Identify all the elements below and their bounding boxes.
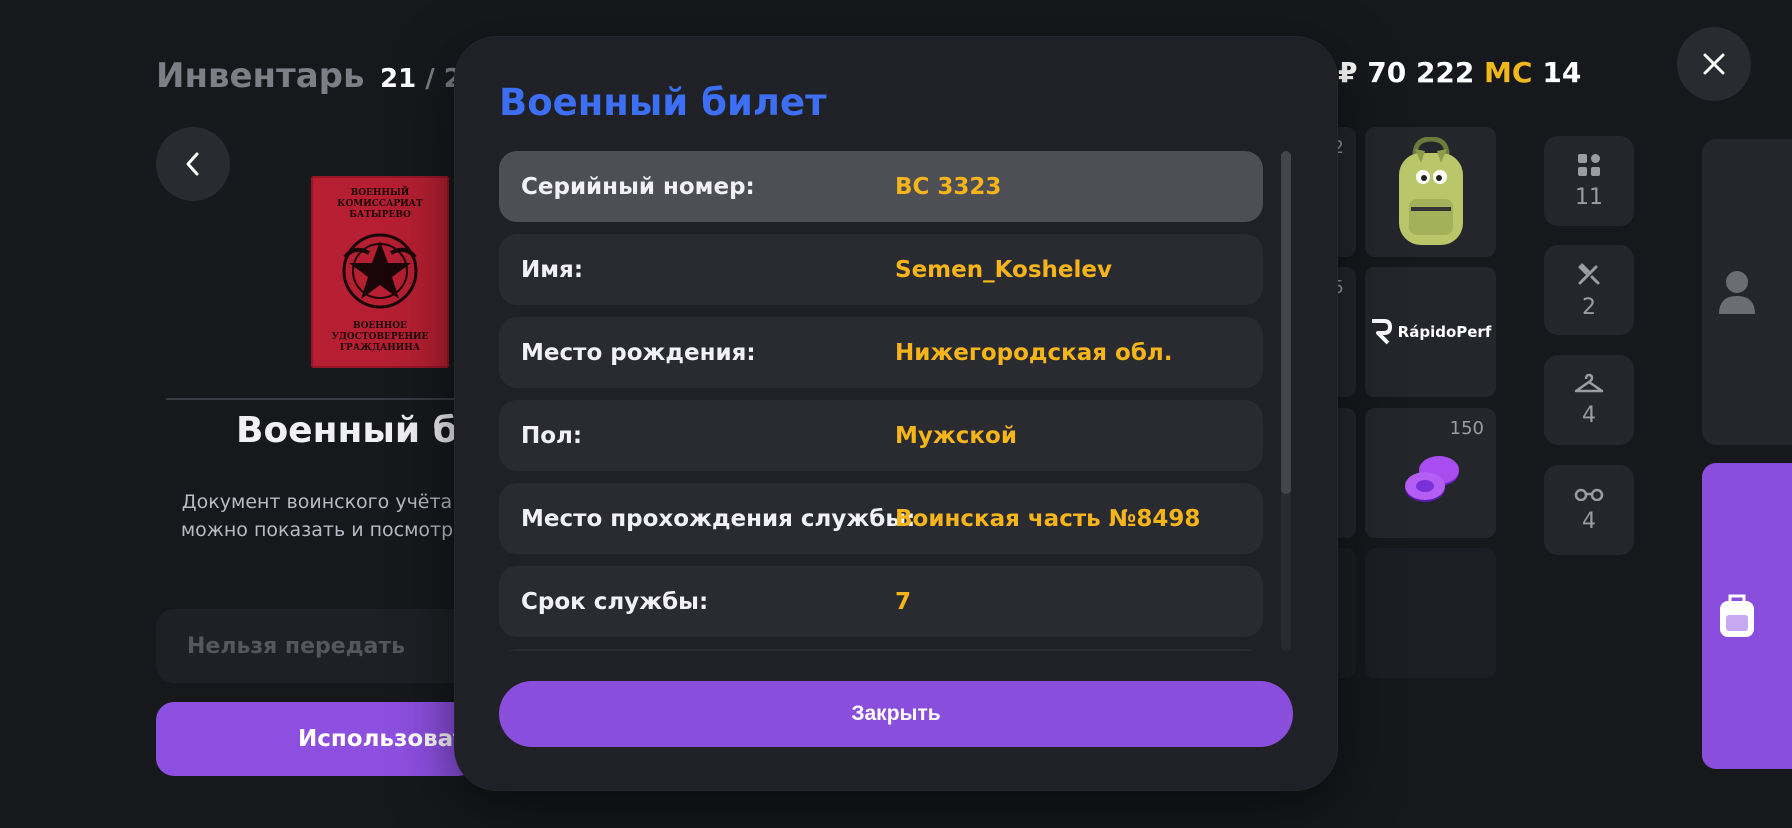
transfer-button-disabled: Нельзя передать xyxy=(156,609,476,683)
item-description: Документ воинского учёта можно показать … xyxy=(180,491,454,541)
detail-row-gender: Пол: Мужской xyxy=(499,400,1263,471)
close-icon xyxy=(1703,53,1725,75)
inventory-slot-rapidoperf[interactable]: RápidoPerf xyxy=(1365,267,1496,397)
category-accessories[interactable]: 4 xyxy=(1544,465,1634,555)
modal-title: Военный билет xyxy=(499,81,827,124)
chevron-left-icon xyxy=(186,152,199,176)
detail-label: Серийный номер: xyxy=(521,173,755,200)
document-details-list[interactable]: Серийный номер: ВС 3323 Имя: Semen_Koshe… xyxy=(499,151,1263,651)
hanger-icon xyxy=(1574,373,1604,392)
chip-stack-icon xyxy=(1405,456,1459,502)
inventory-slot-backpack[interactable] xyxy=(1365,127,1496,257)
detail-value: Мужской xyxy=(895,422,1017,449)
detail-label: Место прохождения службы: xyxy=(521,505,916,532)
mc-label: MC xyxy=(1484,56,1533,89)
rapidoperf-logo-text: RápidoPerf xyxy=(1397,323,1492,341)
close-modal-button[interactable]: Закрыть xyxy=(499,681,1293,747)
item-name: Военный би xyxy=(236,410,484,451)
inventory-slot-empty[interactable] xyxy=(1365,548,1496,678)
detail-value: Нижегородская обл. xyxy=(895,339,1173,366)
divider xyxy=(166,398,456,400)
tab-character[interactable] xyxy=(1702,139,1792,445)
inventory-capacity: 21 / 2 xyxy=(380,64,462,94)
detail-row-name: Имя: Semen_Koshelev xyxy=(499,234,1263,305)
military-id-cover-image: ВОЕННЫЙ КОМИССАРИАТ БАТЫРЕВО ВОЕННОЕ УДО… xyxy=(311,176,449,368)
close-inventory-button[interactable] xyxy=(1677,27,1751,101)
food-icon xyxy=(1578,263,1600,284)
backpack-item-icon xyxy=(1399,137,1463,245)
detail-label: Имя: xyxy=(521,256,584,283)
detail-row-service-place: Место прохождения службы: Воинская часть… xyxy=(499,483,1263,554)
category-all[interactable]: 11 xyxy=(1544,136,1634,226)
detail-label: Пол: xyxy=(521,422,583,449)
grid-icon xyxy=(1578,153,1600,176)
inventory-slot-chips[interactable]: 150 xyxy=(1365,408,1496,538)
category-count: 11 xyxy=(1575,184,1603,210)
detail-label: Место рождения: xyxy=(521,339,756,366)
mc-value: 14 xyxy=(1542,56,1582,89)
category-clothes[interactable]: 4 xyxy=(1544,355,1634,445)
detail-value: 7 xyxy=(895,588,912,615)
category-count: 2 xyxy=(1582,294,1596,320)
category-count: 4 xyxy=(1582,508,1596,534)
inventory-count-current: 21 xyxy=(380,64,417,94)
detail-label: Срок службы: xyxy=(521,588,709,615)
scrollbar-thumb[interactable] xyxy=(1281,151,1291,494)
military-id-modal: Военный билет Серийный номер: ВС 3323 Им… xyxy=(455,37,1337,790)
inventory-title: Инвентарь xyxy=(156,56,365,96)
detail-row-birthplace: Место рождения: Нижегородская обл. xyxy=(499,317,1263,388)
detail-row-serial: Серийный номер: ВС 3323 xyxy=(499,151,1263,222)
tab-inventory[interactable] xyxy=(1702,463,1792,769)
money-balance: ₽ 70 222 xyxy=(1338,56,1475,89)
category-food[interactable]: 2 xyxy=(1544,245,1634,335)
backpack-icon xyxy=(1720,594,1754,637)
category-count: 4 xyxy=(1582,402,1596,428)
back-button[interactable] xyxy=(156,127,230,201)
detail-row-service-term: Срок службы: 7 xyxy=(499,566,1263,637)
detail-row-partial xyxy=(499,649,1263,651)
detail-value: ВС 3323 xyxy=(895,173,1002,200)
eagle-emblem-icon xyxy=(342,233,418,309)
detail-value: Semen_Koshelev xyxy=(895,256,1112,283)
detail-value: Воинская часть №8498 xyxy=(895,505,1201,532)
rapidoperf-logo xyxy=(1371,319,1392,345)
mc-balance: MC 14 xyxy=(1484,56,1581,89)
person-icon xyxy=(1719,271,1755,314)
use-button[interactable]: Использовать xyxy=(156,702,481,776)
glasses-icon xyxy=(1574,488,1604,501)
slot-count: 150 xyxy=(1449,418,1484,439)
